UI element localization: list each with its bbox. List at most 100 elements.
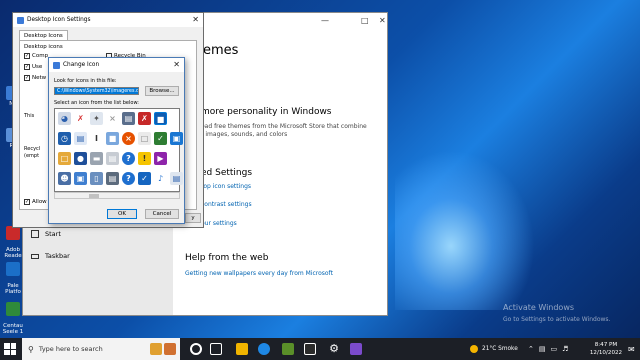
browse-button[interactable]: Browse...	[145, 86, 179, 96]
clock-time: 8:47 PM	[594, 342, 618, 348]
change-icon-title-icon	[53, 61, 60, 69]
question-icon[interactable]: ?	[122, 172, 135, 185]
clock-icon[interactable]: ◷	[58, 132, 71, 145]
icon-list[interactable]: ◕ ✗ ✦ × ▤ ✗ ■ ◷ ▤ I ■ × □ ✓ ▣ □ ● ▬ ▤ ? …	[54, 108, 183, 192]
drive-stack-icon[interactable]: ▤	[106, 152, 119, 165]
sidebar-item-taskbar[interactable]: Taskbar	[31, 252, 70, 260]
help-icon[interactable]: ?	[122, 152, 135, 165]
sidebar-item-label: Start	[45, 230, 61, 238]
sidebar-item-start[interactable]: Start	[31, 230, 61, 238]
icon-list-scrollbar[interactable]	[54, 192, 180, 199]
cortana-icon[interactable]	[190, 343, 202, 355]
group-label: Desktop icons	[24, 44, 63, 50]
activation-watermark-text: Go to Settings to activate Windows.	[503, 316, 611, 323]
settings-gear-icon[interactable]: ⚙	[328, 343, 340, 355]
folder-icon[interactable]: □	[58, 152, 71, 165]
media-icon[interactable]: ▶	[154, 152, 167, 165]
checkbox-allow-themes[interactable]: ✓ Allow t	[24, 199, 51, 205]
sidebar-item-label: Taskbar	[45, 252, 70, 260]
keyboard-icon[interactable]: ▬	[90, 152, 103, 165]
battery-icon[interactable]: ▭	[551, 345, 558, 353]
drive-icon[interactable]: ◕	[58, 112, 71, 125]
blank-page-icon[interactable]: □	[138, 132, 151, 145]
apply-button[interactable]: y	[185, 213, 201, 223]
clock-date: 12/10/2022	[589, 350, 623, 356]
cancel-button[interactable]: Cancel	[145, 209, 179, 219]
shield-check-icon[interactable]: ✓	[154, 132, 167, 145]
pinned-app-icon[interactable]	[164, 343, 176, 355]
look-for-label: Look for icons in this file:	[54, 78, 117, 84]
icon-label-empty: (empt	[24, 153, 40, 159]
search-placeholder: Type here to search	[38, 345, 103, 353]
checkbox-box: ✓	[24, 199, 30, 205]
terminal-icon[interactable]	[304, 343, 316, 355]
shield-warning-icon[interactable]: !	[138, 152, 151, 165]
checkbox-network[interactable]: ✓ Netw	[24, 75, 46, 81]
device-icon[interactable]: ▤	[106, 172, 119, 185]
file-icon[interactable]: ▤	[170, 172, 183, 185]
network-share-icon[interactable]: ▣	[74, 172, 87, 185]
close-icon[interactable]: ✕	[379, 16, 386, 25]
windows-start-icon[interactable]	[4, 343, 16, 355]
dialog-title: Change Icon	[63, 62, 100, 68]
scrollbar-thumb[interactable]	[89, 194, 99, 198]
volume-icon[interactable]: ♬	[562, 345, 568, 353]
dialog-titlebar: Change Icon	[49, 58, 184, 72]
document-icon[interactable]: ▤	[74, 132, 87, 145]
file-path-input[interactable]: C:\Windows\System32\imageres.dll	[54, 87, 139, 95]
ok-button[interactable]: OK	[107, 209, 137, 219]
weather-widget[interactable]: 21°C Smoke	[470, 338, 518, 360]
checkbox-box: ✓	[24, 53, 30, 59]
users-icon[interactable]: ☻	[58, 172, 71, 185]
delete-x-icon[interactable]: ✗	[74, 112, 87, 125]
checkbox-label: Netw	[32, 75, 47, 81]
change-icon-dialog: Change Icon ✕ Look for icons in this fil…	[48, 57, 185, 224]
pinned-app-gift-icon[interactable]	[150, 343, 162, 355]
task-view-icon[interactable]	[210, 343, 222, 355]
edge-icon[interactable]	[258, 343, 270, 355]
tablet-icon[interactable]: ▯	[90, 172, 103, 185]
system-tray: ⌃ ▤ ▭ ♬	[528, 338, 568, 360]
window-icon[interactable]: ▣	[170, 132, 183, 145]
file-explorer-icon[interactable]	[236, 343, 248, 355]
screen-icon[interactable]: ■	[106, 132, 119, 145]
close-icon[interactable]: ✕	[192, 15, 199, 24]
music-note-icon[interactable]: ♪	[154, 172, 167, 185]
checkbox-label: Use	[32, 64, 43, 70]
wrench-icon[interactable]: ✦	[90, 112, 103, 125]
close-icon[interactable]: ✕	[173, 60, 180, 69]
link-sync-settings[interactable]: our settings	[201, 220, 237, 227]
checkbox-computer[interactable]: ✓ Comp	[24, 53, 48, 59]
related-settings-heading: ed Settings	[201, 168, 253, 178]
link-high-contrast[interactable]: contrast settings	[201, 201, 252, 208]
globe-icon[interactable]: ●	[74, 152, 87, 165]
pinned-app-purple-icon[interactable]	[350, 343, 362, 355]
clock[interactable]: 8:47 PM 12/10/2022	[588, 341, 624, 357]
maximize-icon[interactable]: □	[361, 16, 369, 25]
weather-icon	[470, 345, 478, 353]
cursor-icon[interactable]: I	[90, 132, 103, 145]
desktop-wallpaper-glow	[395, 150, 535, 310]
small-x-icon[interactable]: ×	[106, 112, 119, 125]
link-wallpapers[interactable]: Getting new wallpapers every day from Mi…	[185, 270, 333, 277]
centaur-icon	[6, 302, 20, 316]
dialog-titlebar: Desktop Icon Settings	[13, 13, 203, 27]
desktop-icon-centaur[interactable]: Centau Seele 1	[2, 296, 24, 335]
notification-icon[interactable]: ✉	[628, 338, 635, 360]
network-tray-icon[interactable]: ▤	[539, 345, 546, 353]
chevron-up-icon[interactable]: ⌃	[528, 345, 534, 353]
printer-icon[interactable]: ▤	[122, 112, 135, 125]
page-title: emes	[203, 43, 239, 58]
personality-body: oad free themes from the Microsoft Store…	[201, 123, 367, 138]
personality-heading: more personality in Windows	[201, 107, 332, 117]
minimize-icon[interactable]: —	[321, 16, 329, 25]
desktop-icon-settings-icon	[17, 16, 24, 24]
shield-blue-icon[interactable]: ✓	[138, 172, 151, 185]
checkbox-users-files[interactable]: ✓ Use	[24, 64, 42, 70]
error-icon[interactable]: ×	[122, 132, 135, 145]
link-desktop-icon-settings[interactable]: top icon settings	[201, 183, 251, 190]
monitor-icon[interactable]: ■	[154, 112, 167, 125]
desktop-icon-paleo[interactable]: Pale Platfo	[2, 256, 24, 295]
camtasia-icon[interactable]	[282, 343, 294, 355]
shield-x-icon[interactable]: ✗	[138, 112, 151, 125]
